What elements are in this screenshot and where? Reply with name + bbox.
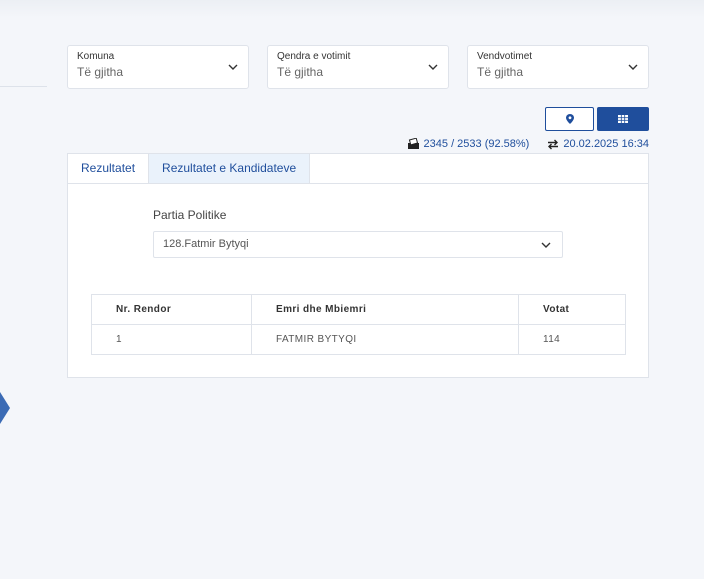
tab-bar: Rezultatet Rezultatet e Kandidateve (68, 154, 648, 184)
cell-nr-rendor: 1 (91, 324, 252, 355)
grid-icon (618, 115, 628, 123)
filter-qendra[interactable]: Qendra e votimit Të gjitha (267, 45, 449, 89)
stats-bar: 2345 / 2533 (92.58%) 20.02.2025 16:34 (407, 138, 649, 150)
party-select[interactable]: 128.Fatmir Bytyqi (153, 231, 563, 258)
filter-label: Qendra e votimit (277, 51, 351, 62)
filter-value: Të gjitha (277, 65, 324, 79)
party-label: Partia Politike (153, 208, 227, 222)
polling-stations-count: 2345 / 2533 (92.58%) (423, 138, 530, 150)
table-header-row: Nr. Rendor Emri dhe Mbiemri Votat (91, 294, 626, 325)
filter-komuna[interactable]: Komuna Të gjitha (67, 45, 249, 89)
filter-value: Të gjitha (477, 65, 524, 79)
filter-value: Të gjitha (77, 65, 124, 79)
cell-name: FATMIR BYTYQI (251, 324, 519, 355)
sync-arrows-icon (548, 139, 559, 149)
ballot-box-icon (407, 138, 419, 149)
top-strip (0, 0, 704, 18)
chevron-down-icon (541, 242, 551, 248)
map-view-button[interactable] (545, 107, 594, 131)
party-select-value: 128.Fatmir Bytyqi (163, 238, 249, 250)
filter-label: Vendvotimet (477, 51, 533, 62)
chevron-down-icon (228, 64, 238, 70)
filter-label: Komuna (77, 51, 115, 62)
table-view-button[interactable] (597, 107, 649, 131)
tab-rezultatet-kandidateve[interactable]: Rezultatet e Kandidateve (148, 154, 311, 183)
left-divider (0, 86, 47, 87)
cell-votes: 114 (518, 324, 626, 355)
results-panel: Rezultatet Rezultatet e Kandidateve Part… (67, 153, 649, 378)
header-votat[interactable]: Votat (518, 294, 626, 325)
chevron-down-icon (628, 64, 638, 70)
last-updated: 20.02.2025 16:34 (563, 138, 649, 150)
tab-rezultatet[interactable]: Rezultatet (68, 154, 148, 183)
header-emri-mbiemri[interactable]: Emri dhe Mbiemri (251, 294, 519, 325)
header-nr-rendor[interactable]: Nr. Rendor (91, 294, 252, 325)
table-row: 1 FATMIR BYTYQI 114 (91, 324, 626, 355)
chevron-down-icon (428, 64, 438, 70)
results-table: Nr. Rendor Emri dhe Mbiemri Votat 1 FATM… (91, 294, 626, 355)
map-pin-icon (565, 114, 574, 124)
side-arrow-icon[interactable] (0, 392, 10, 424)
filter-vendvotimet[interactable]: Vendvotimet Të gjitha (467, 45, 649, 89)
